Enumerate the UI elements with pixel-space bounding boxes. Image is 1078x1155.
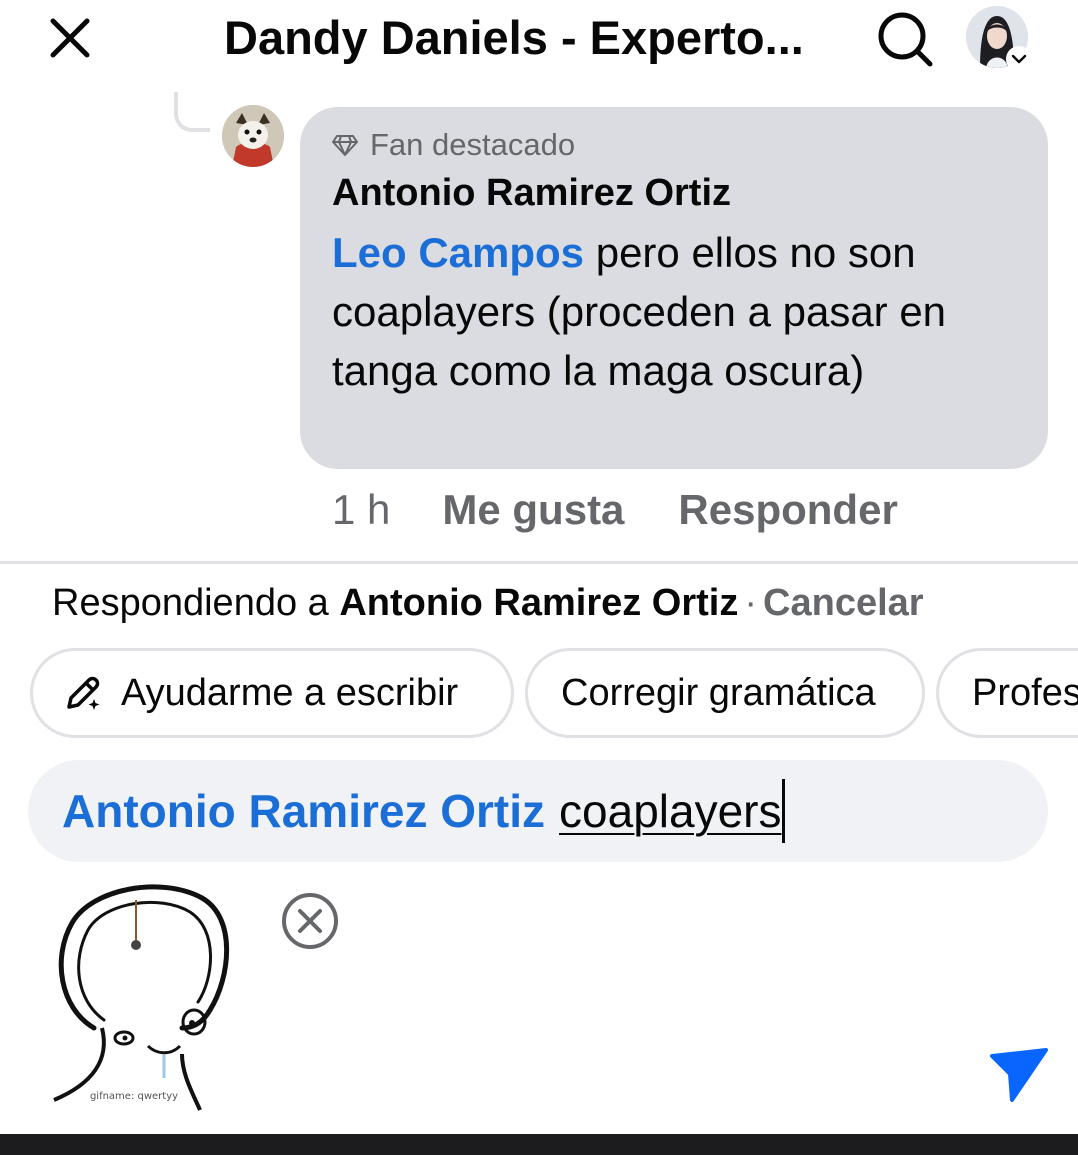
separator: · bbox=[744, 582, 758, 624]
replying-prefix: Respondiendo a bbox=[52, 582, 340, 624]
chip-label: Corregir gramática bbox=[561, 671, 876, 714]
commenter-avatar[interactable] bbox=[222, 105, 284, 167]
input-typed-text: coaplayers bbox=[559, 785, 782, 837]
like-button[interactable]: Me gusta bbox=[442, 486, 624, 534]
search-button[interactable] bbox=[872, 6, 938, 72]
badge-label: Fan destacado bbox=[370, 127, 576, 162]
top-bar: Dandy Daniels - Experto... bbox=[0, 0, 1078, 80]
replying-to-name: Antonio Ramirez Ortiz bbox=[339, 582, 739, 624]
pencil-sparkle-icon bbox=[67, 676, 100, 710]
comment-input[interactable]: Antonio Ramirez Ortiz coaplayers bbox=[28, 760, 1048, 862]
comment-timestamp: 1 h bbox=[332, 486, 391, 533]
comment-author[interactable]: Antonio Ramirez Ortiz bbox=[332, 169, 1018, 217]
send-button[interactable] bbox=[984, 1042, 1054, 1108]
gif-watermark: gifname: qwertyy bbox=[90, 1091, 178, 1102]
professional-chip[interactable]: Profes bbox=[936, 648, 1078, 738]
help-me-write-chip[interactable]: Ayudarme a escribir bbox=[30, 648, 514, 738]
send-icon bbox=[990, 1048, 1048, 1102]
ai-suggestion-chips: Ayudarme a escribir Corregir gramática P… bbox=[0, 648, 1078, 740]
comment-text: Leo Campos pero ellos no son coaplayers … bbox=[332, 223, 1018, 400]
reply-button[interactable]: Responder bbox=[678, 486, 897, 534]
search-icon bbox=[878, 12, 933, 67]
profile-menu-button[interactable] bbox=[964, 4, 1034, 74]
close-icon bbox=[50, 18, 90, 58]
diamond-icon bbox=[332, 135, 358, 156]
fix-grammar-chip[interactable]: Corregir gramática bbox=[525, 648, 925, 738]
text-cursor bbox=[782, 779, 786, 843]
input-mention: Antonio Ramirez Ortiz bbox=[62, 785, 546, 837]
system-navigation-bar bbox=[0, 1134, 1078, 1155]
close-button[interactable] bbox=[38, 6, 102, 70]
chevron-down-icon bbox=[1006, 46, 1032, 72]
gif-attachment-preview: gifname: qwertyy bbox=[32, 878, 272, 1118]
comment-bubble[interactable]: Fan destacado Antonio Ramirez Ortiz Leo … bbox=[300, 107, 1048, 469]
remove-gif-button[interactable] bbox=[278, 889, 342, 953]
cancel-reply-button[interactable]: Cancelar bbox=[763, 582, 924, 624]
replying-to-banner: Respondiendo a Antonio Ramirez Ortiz · Can… bbox=[52, 576, 924, 630]
page-title: Dandy Daniels - Experto... bbox=[224, 11, 804, 64]
divider bbox=[0, 561, 1078, 564]
close-circle-icon bbox=[282, 893, 338, 949]
chip-label: Profes bbox=[972, 671, 1078, 714]
thread-connector bbox=[174, 92, 210, 132]
mention-link[interactable]: Leo Campos bbox=[332, 229, 584, 276]
top-fan-badge: Fan destacado bbox=[332, 125, 1018, 165]
comment-actions: 1 h Me gusta Responder bbox=[332, 482, 952, 538]
chip-label: Ayudarme a escribir bbox=[121, 671, 459, 714]
